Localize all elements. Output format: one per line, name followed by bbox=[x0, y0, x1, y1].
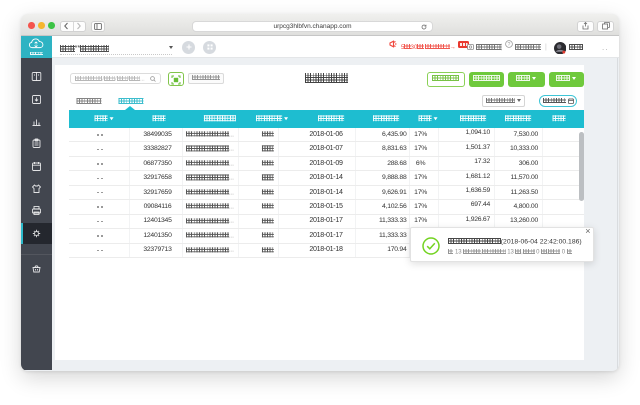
svg-text:?: ? bbox=[508, 42, 511, 48]
